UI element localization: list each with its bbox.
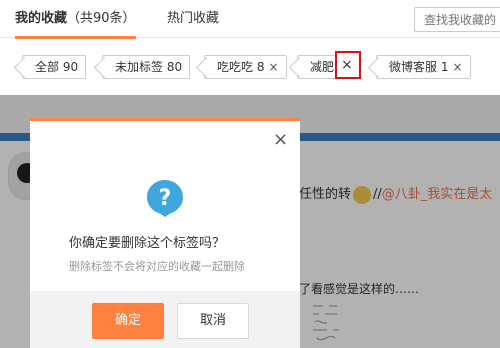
tab-my-collections-count: （共90条） <box>67 11 136 26</box>
dialog-footer: 确定 取消 <box>30 291 300 348</box>
tag-label: 减肥 <box>310 60 335 74</box>
question-icon: ? <box>147 180 183 217</box>
tag-eat[interactable]: 吃吃吃 8 × <box>204 55 287 79</box>
tag-diet-remove-icon[interactable]: × <box>341 56 353 74</box>
tag-label: 吃吃吃 8 <box>217 60 265 74</box>
tag-weibo-service[interactable]: 微博客服 1 × <box>376 55 471 79</box>
collection-tab-bar: 我的收藏（共90条） 热门收藏 <box>0 0 500 39</box>
tag-all[interactable]: 全部 90 <box>22 55 87 79</box>
tab-my-collections[interactable]: 我的收藏（共90条） <box>15 11 136 39</box>
dialog-hint: 删除标签不会将对应的收藏一起删除 <box>69 260 245 273</box>
tag-label: 全部 90 <box>35 60 79 74</box>
confirm-button[interactable]: 确定 <box>92 303 164 339</box>
tag-filter-row: 全部 90 未加标签 80 吃吃吃 8 × 减肥 微博客服 1 × <box>0 39 500 95</box>
tag-remove-icon[interactable]: × <box>452 60 462 74</box>
question-glyph: ? <box>159 186 172 211</box>
dialog-question: 你确定要删除这个标签吗？ <box>69 236 226 251</box>
tag-untagged[interactable]: 未加标签 80 <box>102 55 191 79</box>
tag-label: 未加标签 80 <box>115 60 183 74</box>
tag-label: 微博客服 1 <box>389 60 449 74</box>
close-icon[interactable]: × <box>273 131 288 149</box>
tab-hot-collections[interactable]: 热门收藏 <box>167 11 219 27</box>
search-input[interactable] <box>414 7 500 32</box>
delete-tag-dialog: × ? 你确定要删除这个标签吗？ 删除标签不会将对应的收藏一起删除 确定 取消 <box>30 118 300 348</box>
cancel-button[interactable]: 取消 <box>177 303 249 339</box>
tag-diet[interactable]: 减肥 <box>297 55 337 79</box>
tag-remove-icon[interactable]: × <box>268 60 278 74</box>
tab-my-collections-label: 我的收藏 <box>15 11 68 26</box>
